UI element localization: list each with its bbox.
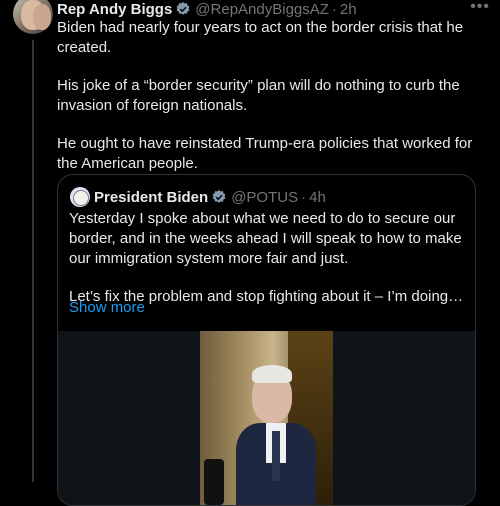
quoted-verified-badge-icon[interactable]: [211, 189, 227, 205]
thread-line: [32, 40, 34, 482]
tweet-paragraph-2: His joke of a “border security” plan wil…: [57, 77, 460, 114]
tweet-header: Rep Andy Biggs @RepAndyBiggsAZ · 2h: [57, 0, 357, 19]
photo-hair: [252, 365, 292, 383]
quoted-tweet-time[interactable]: 4h: [309, 189, 326, 206]
tweet-time[interactable]: 2h: [340, 1, 357, 18]
quoted-paragraph-1: Yesterday I spoke about what we need to …: [69, 210, 462, 267]
quoted-photo[interactable]: [200, 331, 333, 505]
photo-microphone: [204, 459, 224, 505]
quoted-author-name[interactable]: President Biden: [94, 189, 208, 206]
quoted-tweet-header: President Biden @POTUS · 4h: [70, 187, 326, 207]
author-avatar[interactable]: [13, 0, 53, 34]
quoted-author-handle[interactable]: @POTUS: [231, 189, 298, 206]
tweet-paragraph-3: He ought to have reinstated Trump-era po…: [57, 135, 473, 172]
author-handle[interactable]: @RepAndyBiggsAZ: [195, 1, 329, 18]
quoted-author-avatar[interactable]: [70, 187, 90, 207]
quoted-media[interactable]: [58, 331, 475, 505]
avatar-person-2: [33, 4, 51, 30]
more-icon[interactable]: •••: [470, 0, 490, 16]
show-more-link[interactable]: Show more: [69, 299, 145, 316]
author-name[interactable]: Rep Andy Biggs: [57, 1, 172, 18]
quoted-header-separator: ·: [301, 188, 307, 206]
verified-badge-icon[interactable]: [175, 1, 191, 17]
quoted-tweet[interactable]: President Biden @POTUS · 4h Yesterday I …: [57, 174, 476, 506]
quoted-tweet-text: Yesterday I spoke about what we need to …: [69, 209, 467, 307]
presidential-seal-icon: [73, 190, 89, 206]
header-separator: ·: [331, 0, 337, 18]
tweet-text: Biden had nearly four years to act on th…: [57, 18, 482, 192]
tweet-paragraph-1: Biden had nearly four years to act on th…: [57, 19, 464, 56]
photo-tie: [272, 431, 280, 481]
